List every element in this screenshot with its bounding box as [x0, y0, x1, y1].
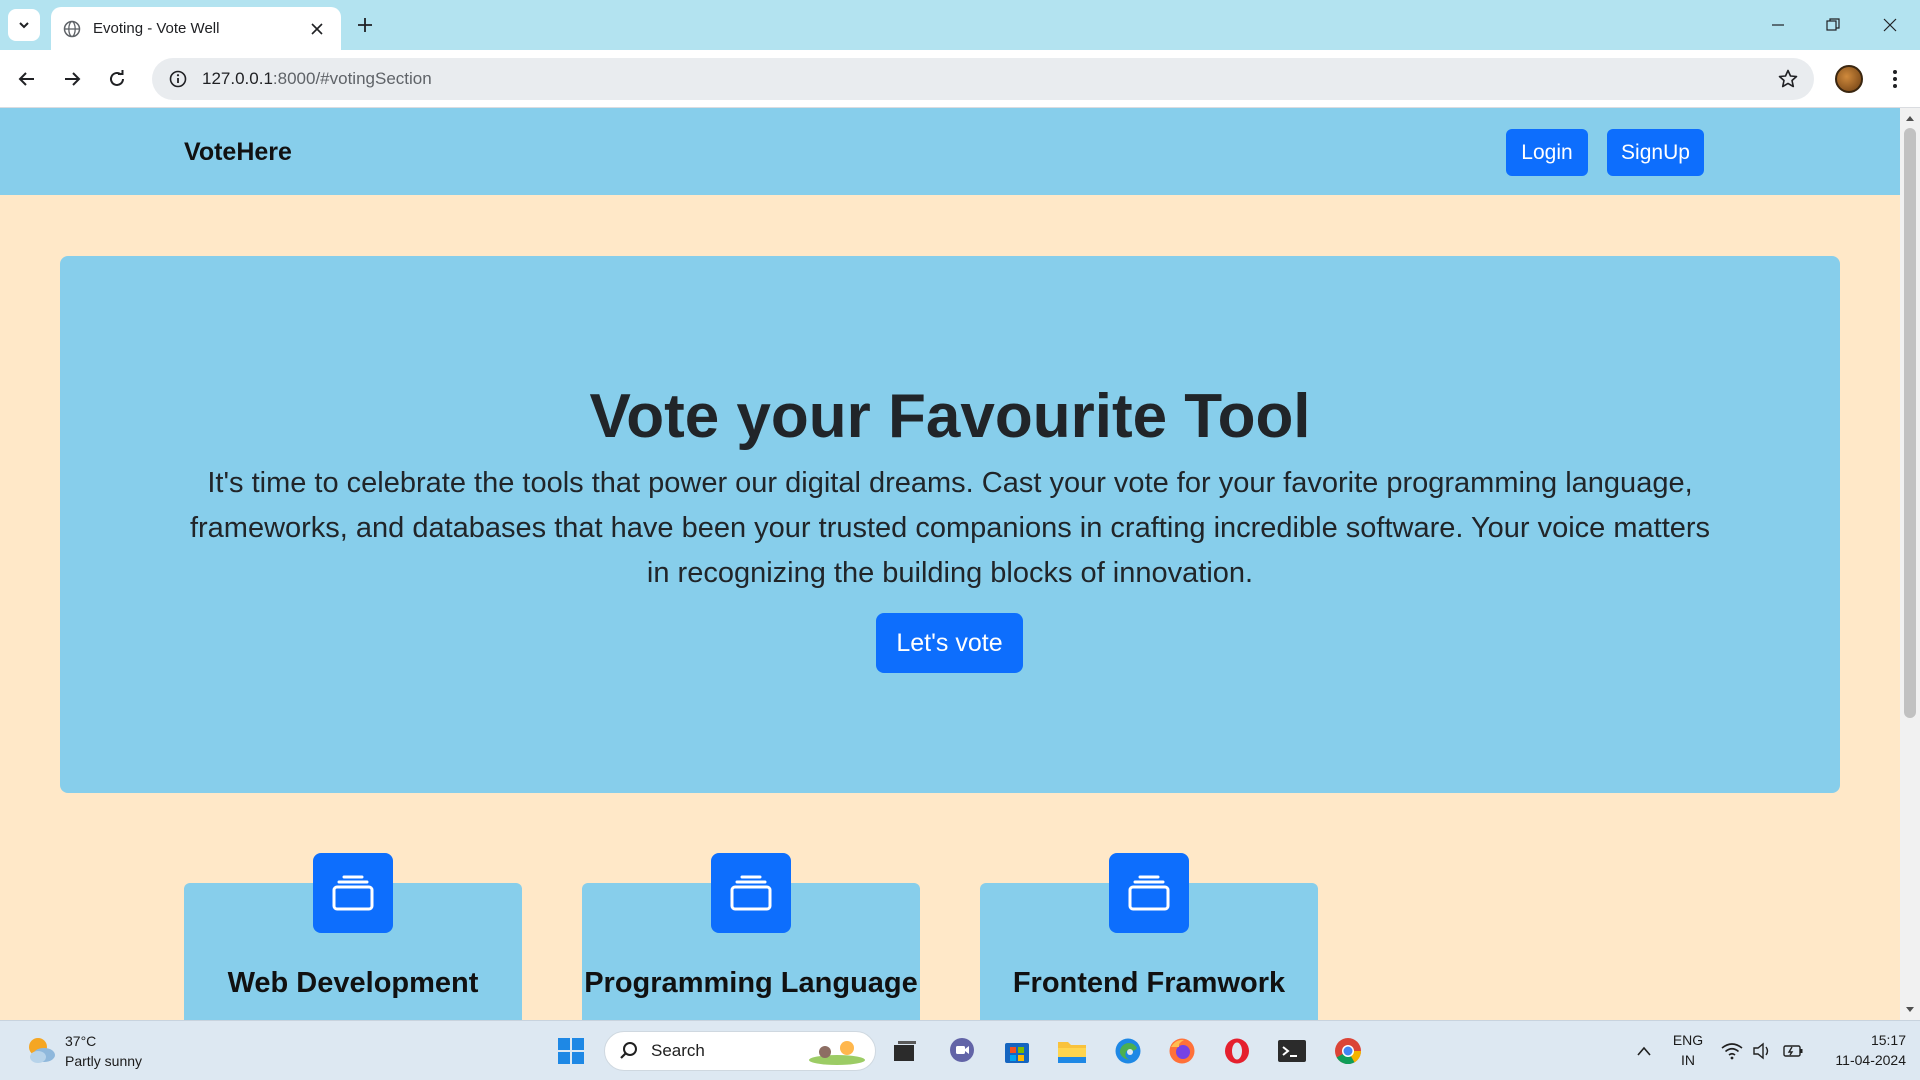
- scroll-down-arrow[interactable]: [1904, 1004, 1916, 1016]
- reload-button[interactable]: [100, 62, 134, 96]
- file-explorer-icon[interactable]: [1056, 1035, 1088, 1067]
- minimize-button[interactable]: [1760, 10, 1796, 40]
- clock-time[interactable]: 15:17: [1816, 1032, 1906, 1048]
- wifi-icon[interactable]: [1716, 1035, 1748, 1067]
- minimize-icon: [1772, 24, 1784, 26]
- hero-description: It's time to celebrate the tools that po…: [189, 467, 1711, 589]
- layers-icon: [313, 853, 393, 933]
- reload-icon: [110, 70, 124, 86]
- info-icon[interactable]: [158, 59, 198, 99]
- login-button[interactable]: Login: [1506, 129, 1588, 176]
- hero-section: Vote your Favourite Tool It's time to ce…: [60, 256, 1840, 793]
- task-view-icon[interactable]: [889, 1035, 921, 1067]
- close-icon[interactable]: [305, 17, 329, 41]
- edge-browser-icon[interactable]: [1112, 1035, 1144, 1067]
- category-card[interactable]: Frontend Framwork: [980, 853, 1318, 1020]
- terminal-icon[interactable]: [1276, 1035, 1308, 1067]
- opera-icon[interactable]: [1221, 1035, 1253, 1067]
- battery-icon[interactable]: [1777, 1035, 1809, 1067]
- globe-icon: [63, 19, 83, 39]
- new-tab-button[interactable]: [352, 12, 378, 38]
- kebab-icon[interactable]: [1880, 64, 1910, 94]
- tab-search-button[interactable]: [8, 9, 40, 41]
- clock-date[interactable]: 11-04-2024: [1816, 1052, 1906, 1068]
- layers-icon: [1109, 853, 1189, 933]
- close-window-button[interactable]: [1872, 10, 1908, 40]
- chrome-icon[interactable]: [1332, 1035, 1364, 1067]
- tab-title: Evoting - Vote Well: [93, 20, 220, 37]
- restore-button[interactable]: [1815, 10, 1851, 40]
- firefox-icon[interactable]: [1166, 1035, 1198, 1067]
- back-button[interactable]: [10, 62, 44, 96]
- taskbar-search-label: Search: [651, 1041, 705, 1060]
- volume-icon[interactable]: [1746, 1035, 1778, 1067]
- browser-toolbar: 127.0.0.1:8000/#votingSection: [0, 50, 1920, 108]
- language-indicator-bottom[interactable]: IN: [1670, 1052, 1706, 1068]
- browser-tab[interactable]: Evoting - Vote Well: [51, 7, 341, 50]
- browser-tab-bar: Evoting - Vote Well: [0, 0, 1920, 50]
- page-viewport: VoteHere Login SignUp Vote your Favourit…: [0, 108, 1900, 1020]
- restore-icon: [1826, 18, 1840, 31]
- page-scrollbar[interactable]: [1900, 108, 1920, 1020]
- weather-temperature: 37°C: [65, 1033, 97, 1049]
- site-brand[interactable]: VoteHere: [184, 138, 292, 167]
- url-host: 127.0.0.1: [202, 69, 273, 88]
- taskbar-search-box[interactable]: Search: [604, 1031, 876, 1071]
- signup-button[interactable]: SignUp: [1607, 129, 1704, 176]
- card-title: Frontend Framwork: [1012, 967, 1286, 999]
- hero-title: Vote your Favourite Tool: [589, 382, 1311, 451]
- lets-vote-button[interactable]: Let's vote: [876, 613, 1023, 673]
- language-indicator-top[interactable]: ENG: [1670, 1032, 1706, 1048]
- chevron-down-icon: [19, 22, 29, 29]
- forward-button[interactable]: [55, 62, 89, 96]
- search-icon: [619, 1041, 639, 1061]
- windows-start-icon[interactable]: [555, 1035, 587, 1067]
- chevron-up-icon[interactable]: [1628, 1035, 1660, 1067]
- card-title: Programming Language: [584, 967, 918, 999]
- back-icon: [18, 72, 34, 86]
- url-text: 127.0.0.1:8000/#votingSection: [202, 69, 432, 89]
- weather-icon[interactable]: [24, 1033, 58, 1067]
- scroll-thumb[interactable]: [1904, 128, 1916, 718]
- scroll-up-arrow[interactable]: [1904, 112, 1916, 124]
- layers-icon: [711, 853, 791, 933]
- search-highlight-icon: [807, 1036, 867, 1066]
- card-title: Web Development: [227, 967, 479, 999]
- address-bar[interactable]: 127.0.0.1:8000/#votingSection: [152, 58, 1814, 100]
- url-path: :8000/#votingSection: [272, 69, 432, 88]
- weather-description: Partly sunny: [65, 1053, 143, 1069]
- teams-chat-icon[interactable]: [946, 1035, 978, 1067]
- microsoft-store-icon[interactable]: [1001, 1035, 1033, 1067]
- star-icon[interactable]: [1774, 65, 1802, 93]
- plus-icon: [358, 18, 372, 32]
- category-card[interactable]: Programming Language: [582, 853, 920, 1020]
- windows-taskbar: 37°C Partly sunny Search ENG IN 15:17 11…: [0, 1020, 1920, 1080]
- profile-avatar[interactable]: [1835, 65, 1863, 93]
- site-navbar: VoteHere Login SignUp: [0, 108, 1900, 195]
- close-icon: [1883, 18, 1897, 32]
- category-card[interactable]: Web Development: [184, 853, 522, 1020]
- forward-icon: [65, 72, 81, 86]
